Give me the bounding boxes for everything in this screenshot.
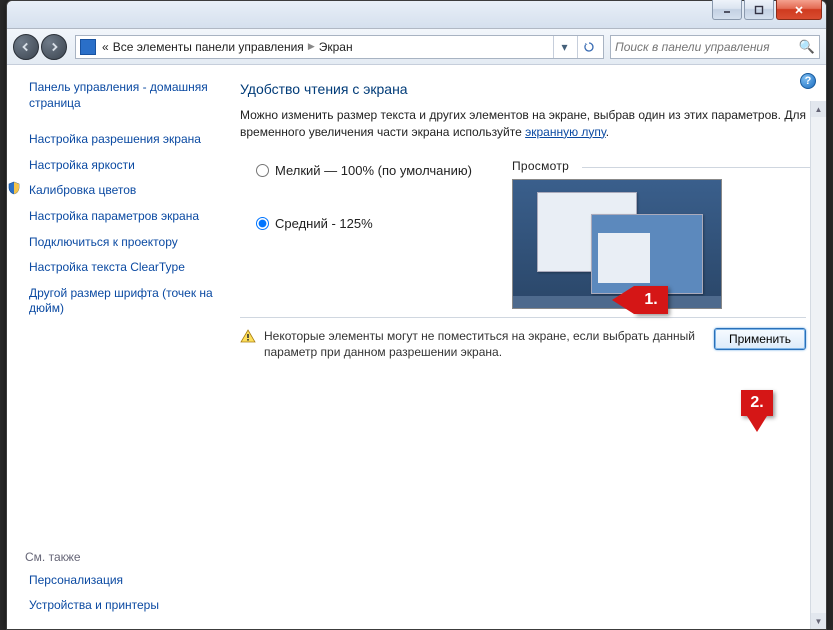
radio-medium-input[interactable] — [256, 217, 269, 230]
close-button[interactable] — [776, 0, 822, 20]
maximize-button[interactable] — [744, 0, 774, 20]
radio-small-label: Мелкий — 100% (по умолчанию) — [275, 163, 472, 178]
main-content: Удобство чтения с экрана Можно изменить … — [222, 65, 826, 629]
apply-button[interactable]: Применить — [714, 328, 806, 350]
size-options: Мелкий — 100% (по умолчанию) Средний - 1… — [240, 159, 472, 265]
titlebar — [7, 1, 826, 29]
forward-button[interactable] — [41, 34, 67, 60]
radio-small[interactable]: Мелкий — 100% (по умолчанию) — [256, 159, 472, 182]
nav-buttons — [13, 34, 69, 60]
sidebar-home-link[interactable]: Панель управления - домашняя страница — [25, 75, 222, 121]
search-input[interactable] — [615, 40, 799, 54]
sidebar-footer-personalization[interactable]: Персонализация — [25, 568, 215, 594]
shield-icon — [7, 181, 21, 195]
control-panel-window: « Все элементы панели управления ▶ Экран… — [6, 0, 827, 630]
minimize-button[interactable] — [712, 0, 742, 20]
breadcrumb-item-2[interactable]: Экран — [319, 40, 353, 54]
callout-1: 1. — [634, 286, 668, 314]
window-buttons — [712, 0, 822, 20]
scrollbar[interactable]: ▲ ▼ — [810, 101, 826, 629]
toolbar: « Все элементы панели управления ▶ Экран… — [7, 29, 826, 65]
sidebar-item-display-settings[interactable]: Настройка параметров экрана — [25, 204, 222, 230]
breadcrumb-prefix: « — [102, 40, 109, 54]
radio-medium[interactable]: Средний - 125% — [256, 212, 472, 235]
breadcrumb-item-1[interactable]: Все элементы панели управления — [113, 40, 304, 54]
warning-icon — [240, 329, 256, 343]
search-icon: 🔍 — [799, 39, 815, 55]
refresh-icon — [583, 41, 595, 53]
arrow-left-icon — [20, 41, 32, 53]
back-button[interactable] — [13, 34, 39, 60]
body: ? Панель управления - домашняя страница … — [7, 65, 826, 629]
sidebar-footer-devices[interactable]: Устройства и принтеры — [25, 593, 215, 619]
sidebar-item-resolution[interactable]: Настройка разрешения экрана — [25, 127, 222, 153]
sidebar-footer-heading: См. также — [25, 546, 215, 568]
sidebar-footer: См. также Персонализация Устройства и пр… — [25, 546, 215, 619]
warning-row: Некоторые элементы могут не поместиться … — [240, 328, 806, 360]
breadcrumb: « Все элементы панели управления ▶ Экран — [102, 40, 353, 54]
sidebar-item-calibrate[interactable]: Калибровка цветов — [25, 178, 140, 204]
scroll-down-button[interactable]: ▼ — [811, 613, 826, 629]
scroll-up-button[interactable]: ▲ — [811, 101, 826, 117]
callout-2: 2. — [741, 390, 773, 416]
address-bar[interactable]: « Все элементы панели управления ▶ Экран… — [75, 35, 604, 59]
chevron-right-icon: ▶ — [308, 41, 315, 52]
refresh-button[interactable] — [577, 36, 599, 58]
scroll-track[interactable] — [811, 117, 826, 613]
magnifier-link[interactable]: экранную лупу — [525, 125, 606, 139]
radio-medium-label: Средний - 125% — [275, 216, 373, 231]
sidebar-item-projector[interactable]: Подключиться к проектору — [25, 230, 222, 256]
intro-text: Можно изменить размер текста и других эл… — [240, 107, 806, 141]
sidebar-item-cleartype[interactable]: Настройка текста ClearType — [25, 255, 222, 281]
search-box[interactable]: 🔍 — [610, 35, 820, 59]
sidebar-item-dpi[interactable]: Другой размер шрифта (точек на дюйм) — [25, 281, 222, 322]
display-icon — [80, 39, 96, 55]
address-dropdown[interactable]: ▾ — [553, 36, 575, 58]
arrow-right-icon — [48, 41, 60, 53]
sidebar-item-brightness[interactable]: Настройка яркости — [25, 153, 222, 179]
sidebar: Панель управления - домашняя страница На… — [7, 65, 222, 629]
page-title: Удобство чтения с экрана — [240, 81, 806, 97]
preview-label: Просмотр — [512, 159, 722, 173]
warning-text: Некоторые элементы могут не поместиться … — [264, 328, 706, 360]
radio-small-input[interactable] — [256, 164, 269, 177]
